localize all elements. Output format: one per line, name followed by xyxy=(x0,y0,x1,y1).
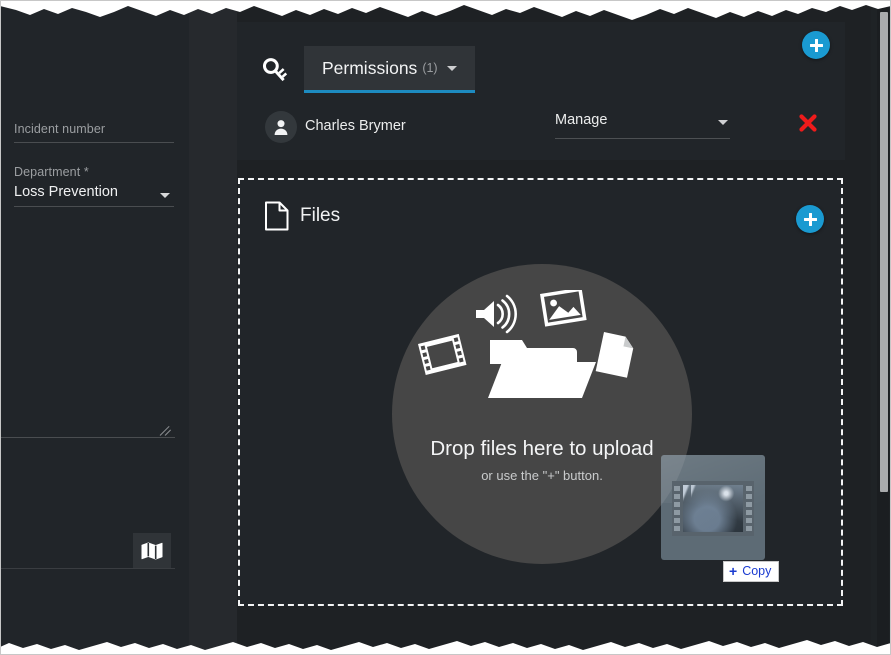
dropzone-primary-text: Drop files here to upload xyxy=(430,437,654,460)
department-label: Department * xyxy=(14,165,89,179)
film-sprockets-left xyxy=(672,481,682,536)
lower-left-divider xyxy=(0,568,175,569)
permission-role-value: Manage xyxy=(555,112,608,128)
permission-role-select[interactable]: Manage xyxy=(555,112,730,139)
folder-icon xyxy=(488,340,596,398)
permission-user-name: Charles Brymer xyxy=(305,118,406,134)
permission-role-underline xyxy=(555,138,730,139)
tab-permissions-count: (1) xyxy=(422,61,438,75)
image-icon xyxy=(540,287,587,327)
add-permission-button[interactable] xyxy=(802,31,830,59)
drag-copy-label: Copy xyxy=(742,564,772,578)
tab-permissions[interactable]: Permissions (1) xyxy=(304,46,475,93)
document-icon xyxy=(595,332,634,378)
chevron-down-icon[interactable] xyxy=(718,120,728,125)
plus-icon xyxy=(803,212,817,226)
files-title: Files xyxy=(300,205,341,226)
permissions-card: Permissions (1) Charles Brymer Manage xyxy=(237,22,845,160)
video-thumbnail-frame xyxy=(683,485,743,532)
notes-textarea[interactable] xyxy=(0,240,175,438)
department-field[interactable]: Department * Loss Prevention xyxy=(14,165,174,207)
resize-handle-icon[interactable] xyxy=(159,424,172,436)
drag-copy-badge: + Copy xyxy=(723,561,780,582)
incident-number-label: Incident number xyxy=(14,122,106,136)
video-icon xyxy=(418,333,467,376)
plus-icon: + xyxy=(729,563,738,579)
key-icon xyxy=(261,48,295,82)
map-button[interactable] xyxy=(133,533,171,568)
chevron-down-icon[interactable] xyxy=(160,193,170,198)
delete-permission-button[interactable] xyxy=(795,110,821,136)
film-sprockets-right xyxy=(744,481,754,536)
dropzone-secondary-text: or use the "+" button. xyxy=(481,468,603,483)
plus-icon xyxy=(809,38,823,52)
column-gutter xyxy=(189,0,237,655)
add-file-button[interactable] xyxy=(796,205,824,233)
department-value: Loss Prevention xyxy=(14,184,118,200)
app-root: Incident number Department * Loss Preven… xyxy=(0,0,891,655)
map-icon xyxy=(141,542,163,559)
video-thumbnail xyxy=(672,481,754,536)
file-icon xyxy=(264,201,290,231)
dark-canvas: Incident number Department * Loss Preven… xyxy=(0,0,891,655)
department-underline xyxy=(14,206,174,207)
permission-row: Charles Brymer Manage xyxy=(237,96,845,160)
tab-permissions-label: Permissions xyxy=(322,57,418,78)
avatar xyxy=(265,111,297,143)
incident-number-field[interactable]: Incident number xyxy=(14,122,174,143)
audio-icon xyxy=(476,294,517,334)
dropzone-illustration xyxy=(392,287,692,420)
vertical-scrollbar-thumb[interactable] xyxy=(880,12,888,492)
chevron-down-icon[interactable] xyxy=(446,65,457,71)
file-dropzone[interactable]: Drop files here to upload or use the "+"… xyxy=(392,264,692,564)
incident-number-underline xyxy=(14,142,174,143)
user-avatar-icon xyxy=(274,120,288,135)
close-x-icon xyxy=(799,114,817,132)
drag-preview[interactable]: + Copy xyxy=(661,455,780,582)
